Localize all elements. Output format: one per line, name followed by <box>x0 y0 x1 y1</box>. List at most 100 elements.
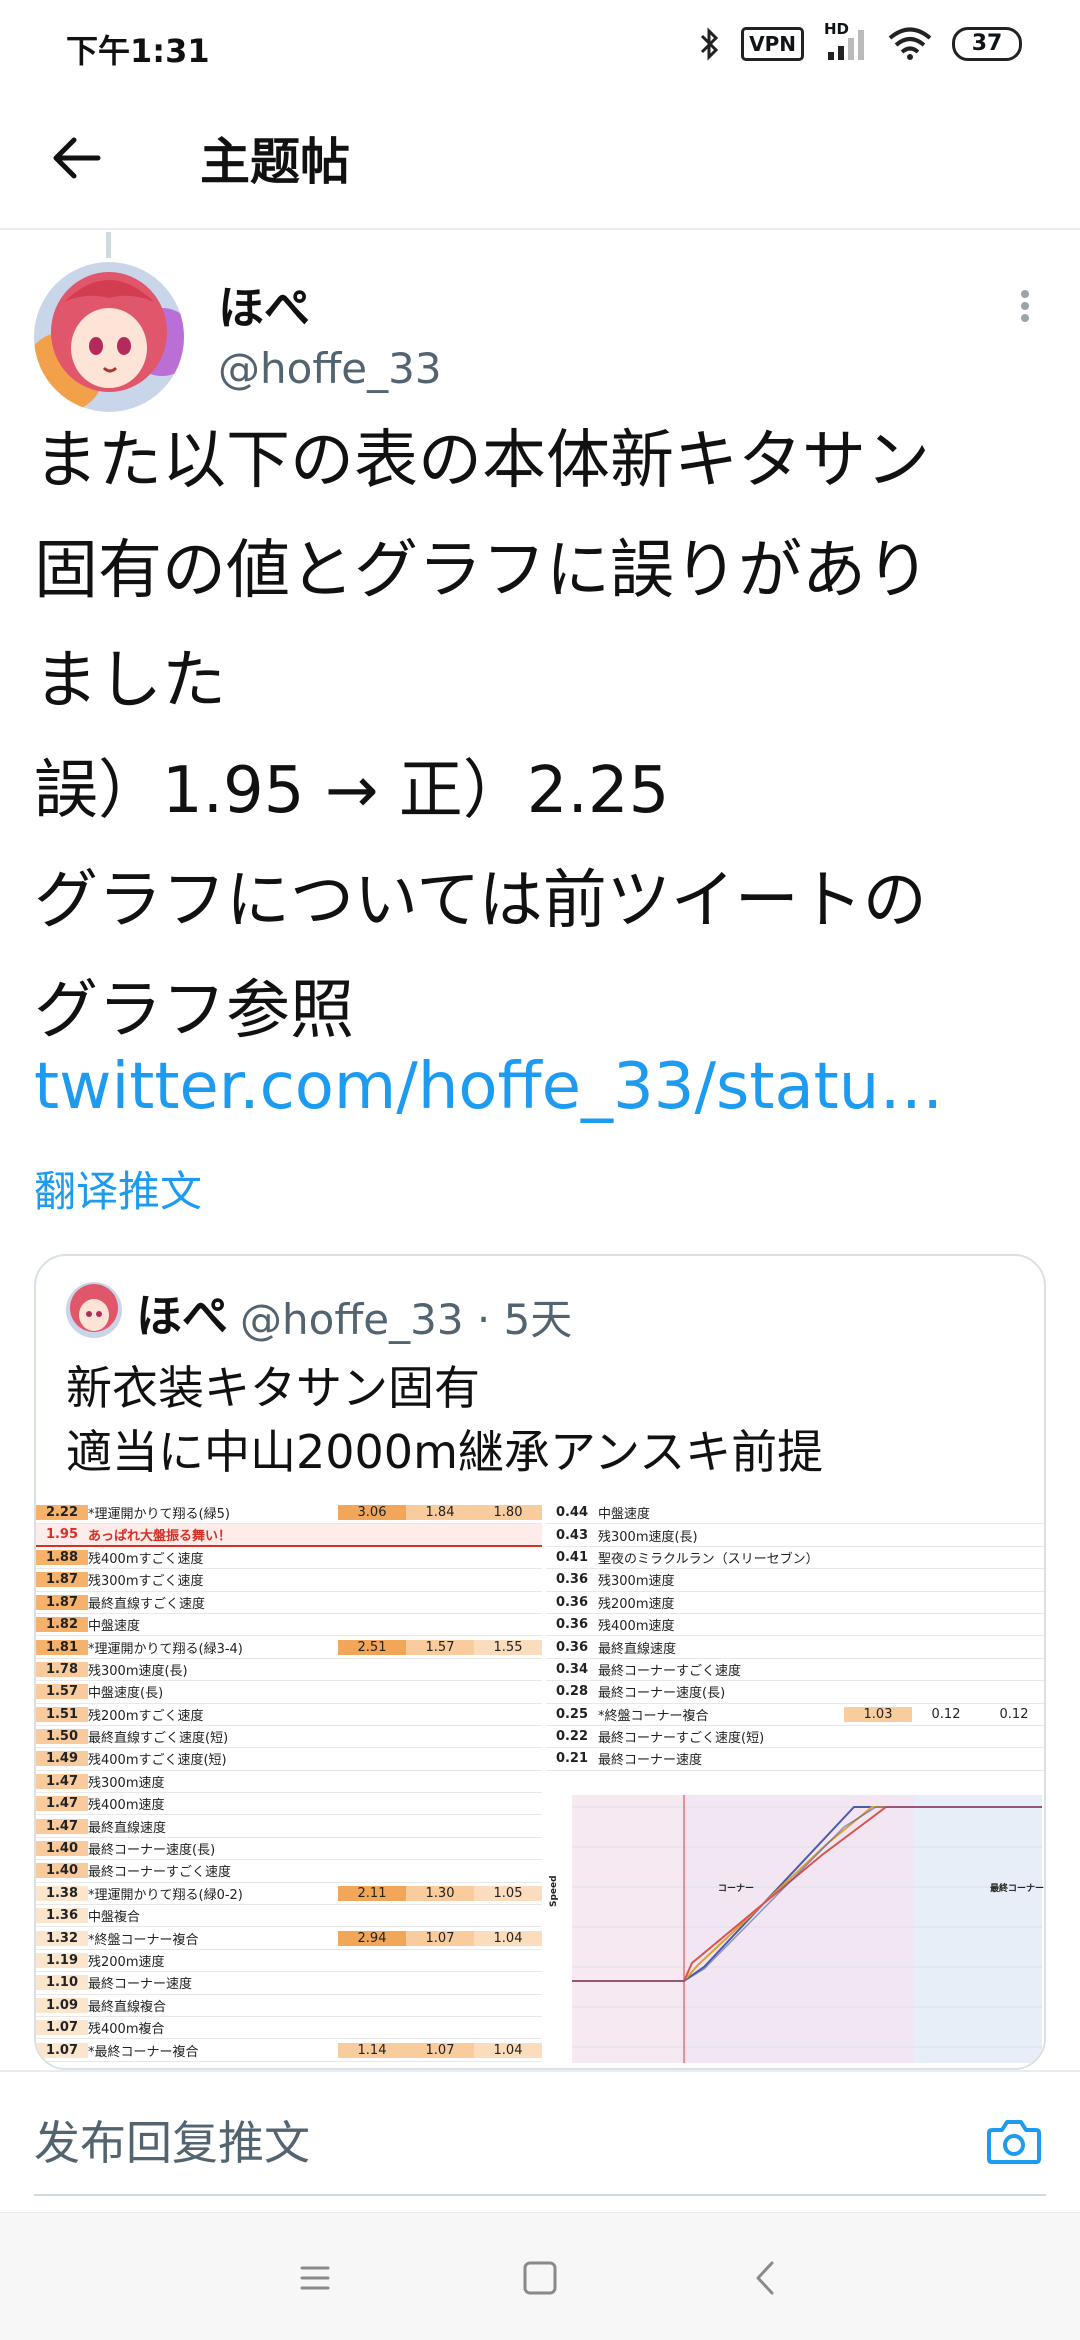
vpn-badge: VPN <box>741 27 804 61</box>
sheet-row: 1.95 あっぱれ大盤振る舞い！ <box>36 1524 542 1547</box>
avatar[interactable] <box>34 262 184 412</box>
back-nav-icon[interactable] <box>742 2253 792 2303</box>
sheet-cell-value: 1.82 <box>36 1617 88 1633</box>
sheet-cell-number: 1.80 <box>474 1505 542 1521</box>
sheet-cell-number: 0.12 <box>999 1706 1029 1722</box>
tweet-text-line: また以下の表の本体新キタサン <box>34 424 930 498</box>
sheet-cell-value: 1.78 <box>36 1661 88 1677</box>
chart-label-final-corner: 最終コーナー <box>990 1882 1044 1894</box>
sheet-cell-label: *理運開かりて翔る(緑3-4) <box>88 1641 243 1657</box>
sheet-cell-value: 1.95 <box>45 1527 79 1543</box>
sheet-cell-value: 2.22 <box>36 1505 88 1521</box>
sheet-cell-number: 2.11 <box>338 1885 406 1901</box>
sheet-cell-number: 1.55 <box>474 1639 542 1655</box>
sheet-cell-value: 1.19 <box>36 1953 88 1968</box>
wifi-icon <box>888 27 932 60</box>
sheet-cell-number: 1.14 <box>338 2042 406 2058</box>
sheet-cell-value: 0.21 <box>555 1751 589 1767</box>
quoted-tweet-card[interactable]: ほぺ @hoffe_33 · 5天 新衣装キタサン固有 適当に中山2000m継承… <box>34 1254 1046 2070</box>
sheet-cell-label: 最終直線すごく速度 <box>88 1596 206 1612</box>
sheet-cell-label: 最終コーナー速度(長) <box>88 1843 216 1859</box>
sheet-cell-value: 0.43 <box>555 1527 589 1543</box>
more-vertical-icon[interactable] <box>1008 286 1042 326</box>
sheet-row: 1.78 残300m速度(長) <box>36 1659 542 1682</box>
sheet-cell-label: 残300m速度 <box>88 1775 165 1791</box>
sheet-cell-label: 最終直線すごく速度(短) <box>88 1731 229 1747</box>
sheet-cell-label: 残300m速度 <box>598 1574 675 1590</box>
quote-text: 新衣装キタサン固有 適当に中山2000m継承アンスキ前提 <box>66 1356 823 1484</box>
tweet-text: また以下の表の本体新キタサン 固有の値とグラフに誤りがあり ました 誤）1.95… <box>34 406 1054 1066</box>
sheet-row: 1.09 最終直線複合 <box>36 1995 542 2017</box>
menu-nav-icon[interactable] <box>290 2253 340 2303</box>
quote-media[interactable]: 2.22 *理運開かりて翔る(緑5) 3.06 1.84 1.80 1.95 あっぱれ大盤振… <box>36 1502 1044 2068</box>
sheet-cell-label: 最終コーナー速度 <box>88 1977 193 1993</box>
sheet-cell-value: 0.36 <box>555 1617 589 1633</box>
sheet-cell-label: 残200m速度 <box>598 1596 675 1612</box>
sheet-row: 0.36 残400m速度 <box>546 1614 1044 1637</box>
spreadsheet-image-right: 0.44 中盤速度 0.43 残300m速度(長) 0.41 聖夜のミラクルラン（スリーセ… <box>546 1502 1044 1787</box>
reply-bar: 发布回复推文 <box>0 2070 1080 2210</box>
sheet-cell-value: 0.41 <box>555 1549 589 1565</box>
sheet-row: 0.41 聖夜のミラクルラン（スリーセブン） <box>546 1547 1044 1570</box>
reply-underline <box>34 2194 1046 2196</box>
spreadsheet-image-left: 2.22 *理運開かりて翔る(緑5) 3.06 1.84 1.80 1.95 あっぱれ大盤振… <box>36 1502 542 2068</box>
sheet-cell-label: *終盤コーナー複合 <box>598 1708 709 1724</box>
sheet-cell-label: 最終コーナーすごく速度 <box>88 1865 232 1881</box>
sheet-row: 1.07 残400m複合 <box>36 2017 542 2040</box>
sheet-row: 1.51 残200mすごく速度 <box>36 1704 542 1726</box>
sheet-row: 1.40 最終コーナーすごく速度 <box>36 1860 542 1883</box>
reply-input[interactable]: 发布回复推文 <box>34 2108 974 2178</box>
sheet-row: 0.44 中盤速度 <box>546 1502 1044 1525</box>
sheet-cell-number: 1.07 <box>406 1930 474 1946</box>
translate-tweet-button[interactable]: 翻译推文 <box>34 1158 202 1219</box>
sheet-cell-label: 残300m速度(長) <box>598 1529 698 1545</box>
sheet-cell-label: 最終直線速度 <box>88 1820 167 1836</box>
sheet-cell-number: 1.03 <box>844 1706 912 1722</box>
sheet-cell-value: 0.36 <box>555 1572 589 1588</box>
sheet-cell-label: *終盤コーナー複合 <box>88 1932 199 1948</box>
chart-label-y-axis: Speed <box>549 1875 559 1907</box>
sheet-cell-value: 1.09 <box>36 1997 88 2013</box>
sheet-cell-label: 聖夜のミラクルラン（スリーセブン） <box>598 1551 819 1567</box>
author-name[interactable]: ほぺ <box>218 272 310 338</box>
home-nav-icon[interactable] <box>515 2253 565 2303</box>
sheet-cell-value: 1.57 <box>36 1684 88 1700</box>
tweet-text-line: ました <box>34 644 226 718</box>
sheet-cell-value: 0.36 <box>555 1594 589 1610</box>
bluetooth-icon <box>701 27 719 61</box>
sheet-cell-label: 残400m速度 <box>598 1619 675 1635</box>
sheet-row: 1.36 中盤複合 <box>36 1905 542 1928</box>
status-time: 下午1:31 <box>66 32 210 70</box>
sheet-cell-number: 1.04 <box>474 1930 542 1946</box>
sheet-cell-number: 1.04 <box>474 2042 542 2058</box>
quote-author-handle: @hoffe_33 · 5天 <box>240 1295 573 1344</box>
sheet-cell-value: 1.36 <box>36 1908 88 1924</box>
sheet-row: 1.57 中盤速度(長) <box>36 1681 542 1704</box>
sheet-row: 1.49 残400mすごく速度(短) <box>36 1748 542 1771</box>
sheet-row: 1.87 残300mすごく速度 <box>36 1569 542 1592</box>
back-arrow-icon[interactable] <box>48 128 108 188</box>
camera-icon[interactable] <box>986 2116 1042 2166</box>
sheet-cell-number: 2.51 <box>338 1639 406 1655</box>
sheet-row: 1.07 *最終コーナー複合 1.14 1.07 1.04 <box>36 2039 542 2062</box>
sheet-row: 0.22 最終コーナーすごく速度(短) <box>546 1726 1044 1749</box>
page-title: 主题帖 <box>200 133 350 191</box>
battery-indicator: 37 <box>952 27 1022 61</box>
quote-text-line: 新衣装キタサン固有 <box>66 1361 480 1415</box>
quote-author-name: ほぺ <box>136 1289 228 1343</box>
sheet-cell-value: 0.22 <box>555 1729 589 1745</box>
tweet-link[interactable]: twitter.com/hoffe_33/statu… <box>34 1050 943 1124</box>
sheet-row: 1.47 残400m速度 <box>36 1793 542 1816</box>
sheet-cell-label: 最終コーナー速度 <box>598 1753 703 1769</box>
sheet-cell-value: 1.51 <box>36 1706 88 1722</box>
sheet-cell-label: 最終直線速度 <box>598 1641 677 1657</box>
sheet-cell-value: 1.07 <box>36 2020 88 2036</box>
speed-graph-image: コーナー 最終コーナー Speed <box>546 1787 1044 2068</box>
sheet-cell-number: 3.06 <box>338 1505 406 1521</box>
sheet-row: 1.81 *理運開かりて翔る(緑3-4) 2.51 1.57 1.55 <box>36 1636 542 1659</box>
sheet-cell-label: 残300mすごく速度 <box>88 1574 204 1590</box>
sheet-row: 0.28 最終コーナー速度(長) <box>546 1681 1044 1704</box>
author-handle[interactable]: @hoffe_33 <box>218 344 442 393</box>
sheet-row: 1.82 中盤速度 <box>36 1614 542 1637</box>
sheet-cell-value: 0.25 <box>555 1706 589 1722</box>
